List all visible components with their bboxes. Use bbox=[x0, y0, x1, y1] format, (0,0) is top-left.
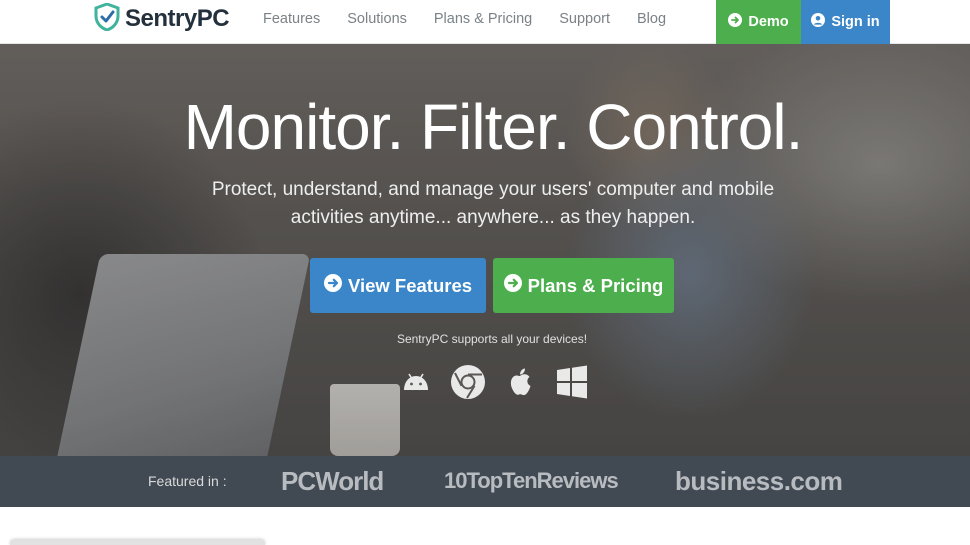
apple-icon bbox=[502, 364, 538, 400]
devices-support-text: SentryPC supports all your devices! bbox=[396, 332, 588, 346]
business-com-logo: business.com bbox=[675, 466, 843, 496]
demo-button[interactable]: Demo bbox=[716, 0, 801, 44]
arrow-circle-right-icon bbox=[503, 274, 522, 297]
device-icons-row bbox=[398, 364, 590, 400]
featured-in-label: Featured in : bbox=[148, 473, 227, 489]
sign-in-button-label: Sign in bbox=[831, 14, 880, 30]
android-icon bbox=[398, 364, 434, 400]
plans-pricing-label: Plans & Pricing bbox=[527, 274, 664, 296]
sign-in-button[interactable]: Sign in bbox=[801, 0, 890, 44]
windows-icon bbox=[554, 364, 590, 400]
user-circle-icon bbox=[811, 13, 826, 31]
arrow-circle-right-icon bbox=[323, 274, 342, 297]
featured-in-bar: Featured in : PCWorld 10TopTenReviews bu… bbox=[0, 456, 970, 507]
topten-badge-icon: 10 bbox=[444, 468, 468, 493]
nav-link-plans-pricing[interactable]: Plans & Pricing bbox=[434, 11, 532, 27]
view-features-button[interactable]: View Features bbox=[310, 258, 486, 313]
plans-pricing-button[interactable]: Plans & Pricing bbox=[493, 258, 674, 313]
nav-link-solutions[interactable]: Solutions bbox=[347, 11, 407, 27]
nav-link-support[interactable]: Support bbox=[559, 11, 610, 27]
logo-text: SentryPC bbox=[125, 5, 230, 32]
content-card-edge bbox=[10, 540, 265, 545]
toptenreviews-logo: 10TopTenReviews bbox=[444, 468, 619, 493]
arrow-circle-right-icon bbox=[728, 13, 743, 31]
nav-link-blog[interactable]: Blog bbox=[637, 11, 666, 27]
hero-subtitle: Protect, understand, and manage your use… bbox=[211, 179, 775, 228]
nav-link-features[interactable]: Features bbox=[263, 11, 320, 27]
shield-check-icon bbox=[94, 1, 120, 36]
pcworld-logo: PCWorld bbox=[281, 466, 384, 496]
top-navbar: SentryPC Features Solutions Plans & Pric… bbox=[0, 0, 970, 44]
sentrypc-logo[interactable]: SentryPC bbox=[94, 1, 230, 36]
hero-title: Monitor. Filter. Control. bbox=[183, 91, 804, 163]
demo-button-label: Demo bbox=[748, 14, 789, 30]
hero-section: Monitor. Filter. Control. Protect, under… bbox=[0, 44, 970, 456]
main-nav: Features Solutions Plans & Pricing Suppo… bbox=[263, 0, 693, 38]
view-features-label: View Features bbox=[347, 274, 473, 296]
chrome-icon bbox=[450, 364, 486, 400]
